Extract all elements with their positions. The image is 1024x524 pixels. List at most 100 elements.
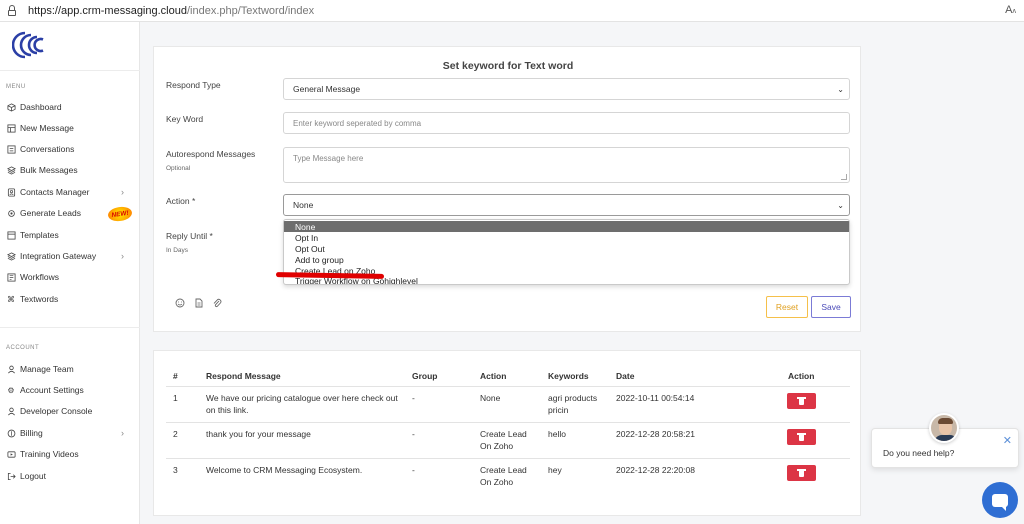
cube-icon — [6, 102, 16, 112]
row-keywords: hello — [548, 429, 566, 439]
chat-launcher-button[interactable] — [982, 482, 1018, 518]
workflow-icon — [6, 272, 16, 282]
sidebar-item-billing[interactable]: Billing › — [6, 426, 136, 440]
chat-bubble-icon — [992, 493, 1008, 511]
row-group: - — [412, 465, 415, 475]
trash-icon — [797, 469, 806, 477]
col-header-actions: Action — [788, 371, 815, 381]
row-date: 2022-12-28 20:58:21 — [616, 429, 695, 439]
textwords-table-card: # Respond Message Group Action Keywords … — [153, 350, 861, 516]
billing-icon — [6, 428, 16, 438]
sidebar-item-textwords[interactable]: ⌘ Textwords — [6, 292, 136, 306]
sidebar-item-contacts-manager[interactable]: Contacts Manager › — [6, 185, 136, 199]
url-text[interactable]: https://app.crm-messaging.cloud/index.ph… — [28, 5, 314, 17]
video-icon — [6, 449, 16, 459]
layers-icon — [6, 165, 16, 175]
respond-type-select[interactable]: General Message ⌄ — [283, 78, 850, 100]
chevron-right-icon: › — [121, 187, 124, 197]
sidebar-item-conversations[interactable]: Conversations — [6, 142, 136, 156]
chevron-right-icon: › — [121, 428, 124, 438]
sidebar-item-workflows[interactable]: Workflows — [6, 270, 136, 284]
sidebar-item-integration-gateway[interactable]: Integration Gateway › — [6, 249, 136, 263]
settings-icon — [6, 208, 16, 218]
sidebar-item-templates[interactable]: Templates — [6, 228, 136, 242]
textword-form-card: Set keyword for Text word Respond Type G… — [153, 46, 861, 332]
chevron-down-icon: ⌄ — [837, 201, 844, 210]
trash-icon — [797, 397, 806, 405]
autorespond-optional-label: Optional — [166, 165, 191, 172]
gear-icon: ⚙ — [7, 385, 15, 395]
delete-button[interactable] — [787, 465, 816, 481]
row-message: thank you for your message — [206, 429, 311, 439]
lock-icon — [8, 5, 16, 16]
paperclip-icon[interactable] — [212, 298, 222, 308]
row-action: None — [480, 393, 501, 403]
emoji-icon[interactable] — [175, 298, 185, 308]
row-keywords: agri products pricin — [548, 393, 598, 415]
reset-button[interactable]: Reset — [766, 296, 808, 318]
sidebar-item-developer-console[interactable]: Developer Console — [6, 404, 136, 418]
sidebar-item-new-message[interactable]: New Message — [6, 121, 136, 135]
row-number: 3 — [173, 465, 178, 475]
row-date: 2022-12-28 22:20:08 — [616, 465, 695, 475]
sidebar-item-logout[interactable]: Logout — [6, 469, 136, 483]
logout-icon — [6, 471, 16, 481]
delete-button[interactable] — [787, 393, 816, 409]
user-icon — [6, 406, 16, 416]
col-header-action: Action — [480, 371, 507, 381]
resize-handle[interactable] — [841, 174, 847, 180]
action-option-add-to-group[interactable]: Add to group — [284, 254, 849, 265]
sidebar-item-account-settings[interactable]: ⚙ Account Settings — [6, 383, 136, 397]
list-icon — [6, 144, 16, 154]
row-message: Welcome to CRM Messaging Ecosystem. — [206, 465, 363, 475]
col-header-group: Group — [412, 371, 438, 381]
document-icon[interactable] — [194, 298, 204, 308]
respond-type-label: Respond Type — [166, 80, 221, 90]
contacts-icon — [6, 187, 16, 197]
chevron-down-icon: ⌄ — [837, 85, 844, 94]
reader-mode-icon[interactable]: Aʌ — [1005, 4, 1016, 16]
sidebar-item-manage-team[interactable]: Manage Team — [6, 362, 136, 376]
action-option-opt-out[interactable]: Opt Out — [284, 243, 849, 254]
keyword-input[interactable]: Enter keyword seperated by comma — [283, 112, 850, 134]
menu-heading: MENU — [6, 84, 26, 90]
sidebar-item-dashboard[interactable]: Dashboard — [6, 100, 136, 114]
col-header-respond-message: Respond Message — [206, 371, 281, 381]
row-number: 1 — [173, 393, 178, 403]
action-option-none[interactable]: None — [284, 221, 849, 232]
layers-icon — [6, 251, 16, 261]
col-header-keywords: Keywords — [548, 371, 589, 381]
chevron-right-icon: › — [121, 251, 124, 261]
col-header-date: Date — [616, 371, 635, 381]
action-select[interactable]: None ⌄ — [283, 194, 850, 216]
save-button[interactable]: Save — [811, 296, 851, 318]
row-keywords: hey — [548, 465, 562, 475]
user-icon — [6, 364, 16, 374]
autorespond-textarea[interactable]: Type Message here — [283, 147, 850, 183]
sidebar: MENU Dashboard New Message Conversations… — [0, 22, 140, 524]
chat-agent-avatar — [929, 413, 959, 443]
sidebar-item-training-videos[interactable]: Training Videos — [6, 447, 136, 461]
command-icon: ⌘ — [7, 294, 15, 304]
form-title: Set keyword for Text word — [442, 60, 574, 72]
account-heading: ACCOUNT — [6, 345, 40, 351]
row-date: 2022-10-11 00:54:14 — [616, 393, 695, 403]
action-option-opt-in[interactable]: Opt In — [284, 232, 849, 243]
row-action: Create Lead On Zoho — [480, 429, 527, 451]
browser-url-bar[interactable]: https://app.crm-messaging.cloud/index.ph… — [0, 0, 1024, 22]
row-action: Create Lead On Zoho — [480, 465, 527, 487]
keyword-label: Key Word — [166, 114, 204, 124]
autorespond-label: Autorespond Messages — [166, 149, 256, 159]
delete-button[interactable] — [787, 429, 816, 445]
reply-until-days-label: In Days — [166, 247, 189, 254]
row-number: 2 — [173, 429, 178, 439]
chat-prompt: Do you need help? — [883, 448, 955, 458]
row-group: - — [412, 429, 415, 439]
table-icon — [6, 123, 16, 133]
reply-until-label: Reply Until * — [166, 231, 213, 241]
logo-icon[interactable] — [12, 30, 46, 60]
col-header-number: # — [173, 371, 178, 381]
row-message: We have our pricing catalogue over here … — [206, 393, 398, 415]
close-icon[interactable]: ✕ — [1003, 434, 1012, 447]
sidebar-item-bulk-messages[interactable]: Bulk Messages — [6, 163, 136, 177]
